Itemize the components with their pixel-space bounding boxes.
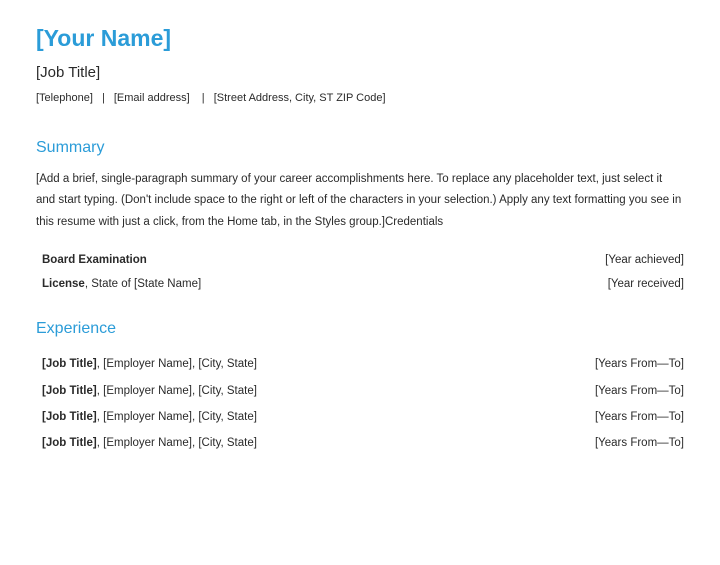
experience-label: [Job Title], [Employer Name], [City, Sta… — [42, 355, 575, 373]
credential-year: [Year achieved] — [585, 251, 684, 269]
experience-row: [Job Title], [Employer Name], [City, Sta… — [42, 355, 684, 373]
experience-years: [Years From—To] — [575, 355, 684, 373]
email: [Email address] — [114, 92, 190, 104]
telephone: [Telephone] — [36, 92, 93, 104]
experience-heading: Experience — [36, 316, 684, 342]
experience-detail: , [Employer Name], [City, State] — [97, 385, 257, 397]
experience-detail: , [Employer Name], [City, State] — [97, 358, 257, 370]
experience-title: [Job Title] — [42, 411, 97, 423]
experience-detail: , [Employer Name], [City, State] — [97, 437, 257, 449]
credential-label: License, State of [State Name] — [42, 275, 588, 293]
credential-row: Board Examination [Year achieved] — [42, 251, 684, 269]
credential-label: Board Examination — [42, 251, 585, 269]
name-heading: [Your Name] — [36, 20, 684, 57]
job-title: [Job Title] — [36, 61, 684, 85]
credential-name: License — [42, 278, 85, 290]
credential-year: [Year received] — [588, 275, 684, 293]
experience-title: [Job Title] — [42, 385, 97, 397]
credential-extra: , State of [State Name] — [85, 278, 201, 290]
experience-label: [Job Title], [Employer Name], [City, Sta… — [42, 408, 575, 426]
experience-title: [Job Title] — [42, 358, 97, 370]
experience-years: [Years From—To] — [575, 408, 684, 426]
separator: | — [199, 92, 205, 104]
experience-label: [Job Title], [Employer Name], [City, Sta… — [42, 382, 575, 400]
experience-row: [Job Title], [Employer Name], [City, Sta… — [42, 382, 684, 400]
experience-years: [Years From—To] — [575, 434, 684, 452]
summary-heading: Summary — [36, 135, 684, 161]
summary-text: [Add a brief, single-paragraph summary o… — [36, 169, 684, 233]
experience-block: [Job Title], [Employer Name], [City, Sta… — [36, 355, 684, 453]
experience-label: [Job Title], [Employer Name], [City, Sta… — [42, 434, 575, 452]
experience-detail: , [Employer Name], [City, State] — [97, 411, 257, 423]
experience-title: [Job Title] — [42, 437, 97, 449]
contact-line: [Telephone] | [Email address] | [Street … — [36, 90, 684, 108]
experience-row: [Job Title], [Employer Name], [City, Sta… — [42, 408, 684, 426]
experience-row: [Job Title], [Employer Name], [City, Sta… — [42, 434, 684, 452]
experience-years: [Years From—To] — [575, 382, 684, 400]
credential-row: License, State of [State Name] [Year rec… — [42, 275, 684, 293]
credentials-block: Board Examination [Year achieved] Licens… — [36, 251, 684, 294]
address: [Street Address, City, ST ZIP Code] — [214, 92, 386, 104]
separator: | — [102, 92, 105, 104]
credential-name: Board Examination — [42, 254, 147, 266]
